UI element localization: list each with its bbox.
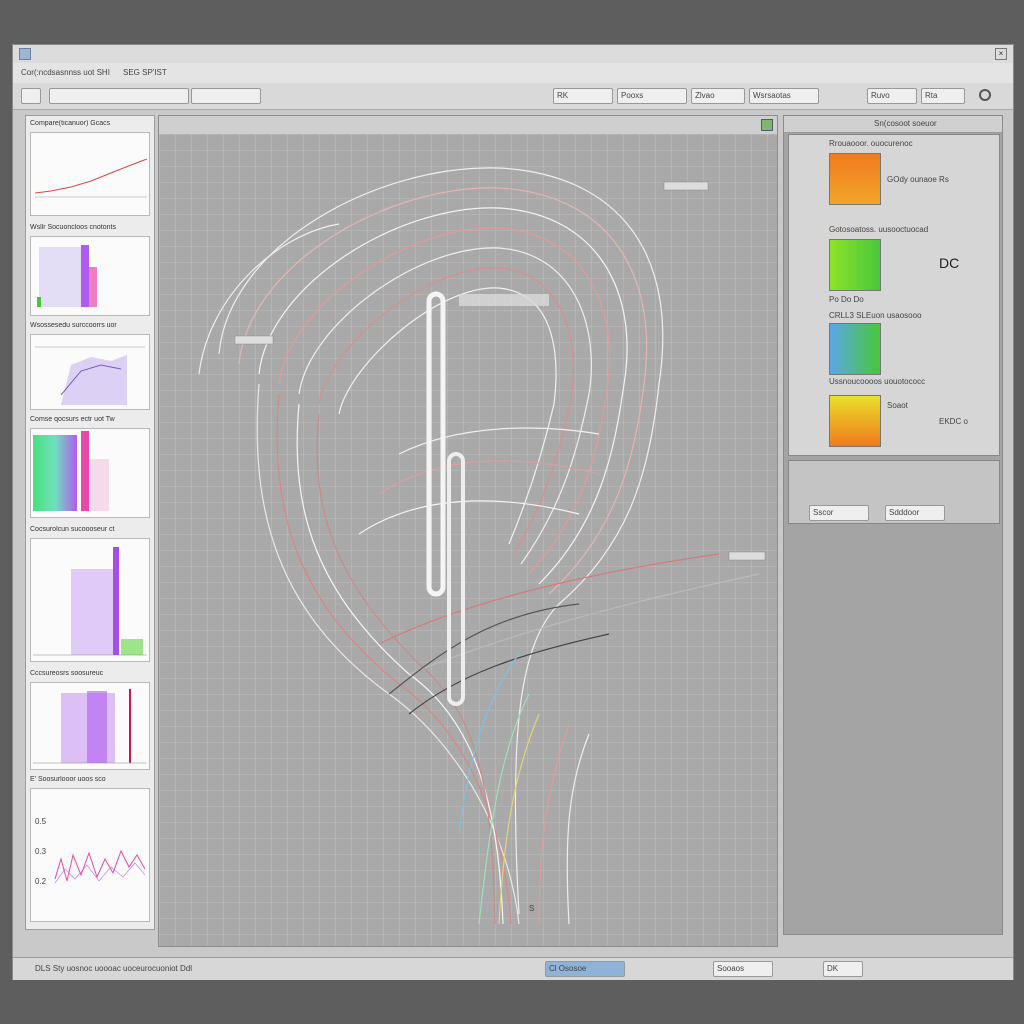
layer-row-4[interactable]: Ussnoucoooos uouotococc Soaot EKDC o <box>829 377 997 453</box>
toolbar-button-rk[interactable]: RK <box>553 88 613 104</box>
layer-title: Ussnoucoooos uouotococc <box>829 377 926 386</box>
canvas-axis-note: S <box>529 904 535 913</box>
tab-sscor[interactable]: Sscor <box>809 505 869 521</box>
thumbnail-7[interactable]: E' Soosurlooor uoos sco 0.5 0.3 0.2 <box>28 776 152 926</box>
thumb-area-svg <box>35 346 145 405</box>
layer-sub: Po Do Do <box>829 295 864 304</box>
status-left: DLS Sty uosnoc uoooac uoceurocuoniot Ddl <box>35 964 192 973</box>
layer-title: Gotosoatoss. uusooctuocad <box>829 225 929 234</box>
thumbnail-caption: Comse qocsurs ectr uot Tw <box>30 416 115 423</box>
thumbnail-5[interactable]: Cocsurolcun sucoooseur ct <box>28 526 152 666</box>
menu-label-left[interactable]: Cor(:ncdsasnnss uot SHI <box>21 68 110 77</box>
thumbnail-plot <box>30 682 150 770</box>
thumbnail-plot <box>30 428 150 518</box>
menu-label-left2[interactable]: SEG SP'IST <box>123 68 167 77</box>
callout-2 <box>234 335 274 345</box>
window-icon <box>19 48 31 60</box>
thumbnail-plot <box>30 132 150 216</box>
search-icon[interactable] <box>979 89 991 101</box>
wireframe-illustration <box>198 167 766 925</box>
tab-sdddoor[interactable]: Sdddoor <box>885 505 945 521</box>
thumbnail-caption: Compare(ticanuor) Gcacs <box>30 120 111 127</box>
status-bar: DLS Sty uosnoc uoooac uoceurocuoniot Ddl… <box>13 957 1013 980</box>
thumbnail-6[interactable]: Cccsureosrs soosureuc <box>28 670 152 772</box>
color-swatch-green[interactable] <box>829 239 881 291</box>
thumb-bar-svg <box>33 689 147 764</box>
layer-sub: Soaot <box>887 401 908 410</box>
properties-panel: Sn(cosoot soeuor Rrouaooor. ouocurenoc G… <box>783 115 1003 935</box>
toolbar-button-ruvo[interactable]: Ruvo <box>867 88 917 104</box>
thumbnail-caption: Wsossesedu surccoorrs uor <box>30 322 117 329</box>
thumb-line-svg <box>34 158 148 198</box>
thumbnail-4[interactable]: Comse qocsurs ectr uot Tw <box>28 416 152 521</box>
green-indicator-icon <box>761 119 773 131</box>
thumb-bar-svg <box>33 547 147 656</box>
properties-header-label: Sn(cosoot soeuor <box>874 119 937 128</box>
title-bar: × <box>13 45 1013 64</box>
toolbar-button-pooxs[interactable]: Pooxs <box>617 88 687 104</box>
toolbar-field-a[interactable] <box>49 88 189 104</box>
status-right-2[interactable]: DK <box>823 961 863 977</box>
thumbnail-plot <box>30 334 150 410</box>
thumbnail-2[interactable]: Wsllr Socuoncloos cnotonts <box>28 224 152 319</box>
canvas-header <box>159 116 777 135</box>
thumbnail-panel: Compare(ticanuor) Gcacs Wsllr Socuoncloo… <box>25 115 155 930</box>
layer-note: EKDC o <box>939 417 968 426</box>
thumbnail-plot <box>30 236 150 316</box>
toolbar-field-b[interactable] <box>191 88 261 104</box>
thumb-line-svg <box>54 849 146 884</box>
properties-header: Sn(cosoot soeuor <box>784 116 1002 133</box>
status-center[interactable]: Cl Ososoe <box>545 961 625 977</box>
layer-title: CRLL3 SLEuon usaosooo <box>829 311 922 320</box>
toolbar-button-zlvao[interactable]: Zlvao <box>691 88 745 104</box>
layer-row-3[interactable]: CRLL3 SLEuon usaosooo <box>829 311 997 375</box>
thumbnail-plot: 0.5 0.3 0.2 <box>30 788 150 922</box>
color-swatch-blue[interactable] <box>829 323 881 375</box>
lower-controls: Sscor Sdddoor <box>788 460 1000 524</box>
toolbar-button-rta[interactable]: Rta <box>921 88 965 104</box>
app-window: × Cor(:ncdsasnnss uot SHI SEG SP'IST RK … <box>12 44 1014 980</box>
toolbar-button-wsrs[interactable]: Wsrsaotas <box>749 88 819 104</box>
callout-1 <box>663 181 709 191</box>
thumbnail-1[interactable]: Compare(ticanuor) Gcacs <box>28 120 152 220</box>
thumbnail-caption: Cocsurolcun sucoooseur ct <box>30 526 115 533</box>
layer-row-2[interactable]: Gotosoatoss. uusooctuocad Po Do Do DC <box>829 225 997 307</box>
callout-3 <box>728 551 766 561</box>
layer-row-1[interactable]: Rrouaooor. ouocurenoc GOdy ounaoe Rs <box>829 139 997 221</box>
thumbnail-caption: Cccsureosrs soosureuc <box>30 670 104 677</box>
toolbar-icon[interactable] <box>21 88 41 104</box>
thumbnail-plot <box>30 538 150 662</box>
layer-sub: GOdy ounaoe Rs <box>887 175 949 184</box>
thumbnail-caption: E' Soosurlooor uoos sco <box>30 776 106 783</box>
thumbnail-3[interactable]: Wsossesedu surccoorrs uor <box>28 322 152 412</box>
close-icon[interactable]: × <box>995 48 1007 60</box>
toolbar: RK Pooxs Zlvao Wsrsaotas Ruvo Rta <box>13 83 1013 110</box>
layer-note: DC <box>939 255 960 271</box>
color-swatch-orange[interactable] <box>829 153 881 205</box>
status-right-1[interactable]: Sooaos <box>713 961 773 977</box>
menu-bar: Cor(:ncdsasnnss uot SHI SEG SP'IST <box>13 63 1013 84</box>
thumb-heat-svg <box>33 431 109 511</box>
drawing-canvas[interactable]: S <box>159 134 777 946</box>
thumb-bar-svg <box>37 245 97 307</box>
layer-list: Rrouaooor. ouocurenoc GOdy ounaoe Rs Got… <box>788 134 1000 456</box>
color-swatch-yellow[interactable] <box>829 395 881 447</box>
layer-title: Rrouaooor. ouocurenoc <box>829 139 913 148</box>
main-canvas-area: S <box>158 115 778 947</box>
thumbnail-caption: Wsllr Socuoncloos cnotonts <box>30 224 116 231</box>
